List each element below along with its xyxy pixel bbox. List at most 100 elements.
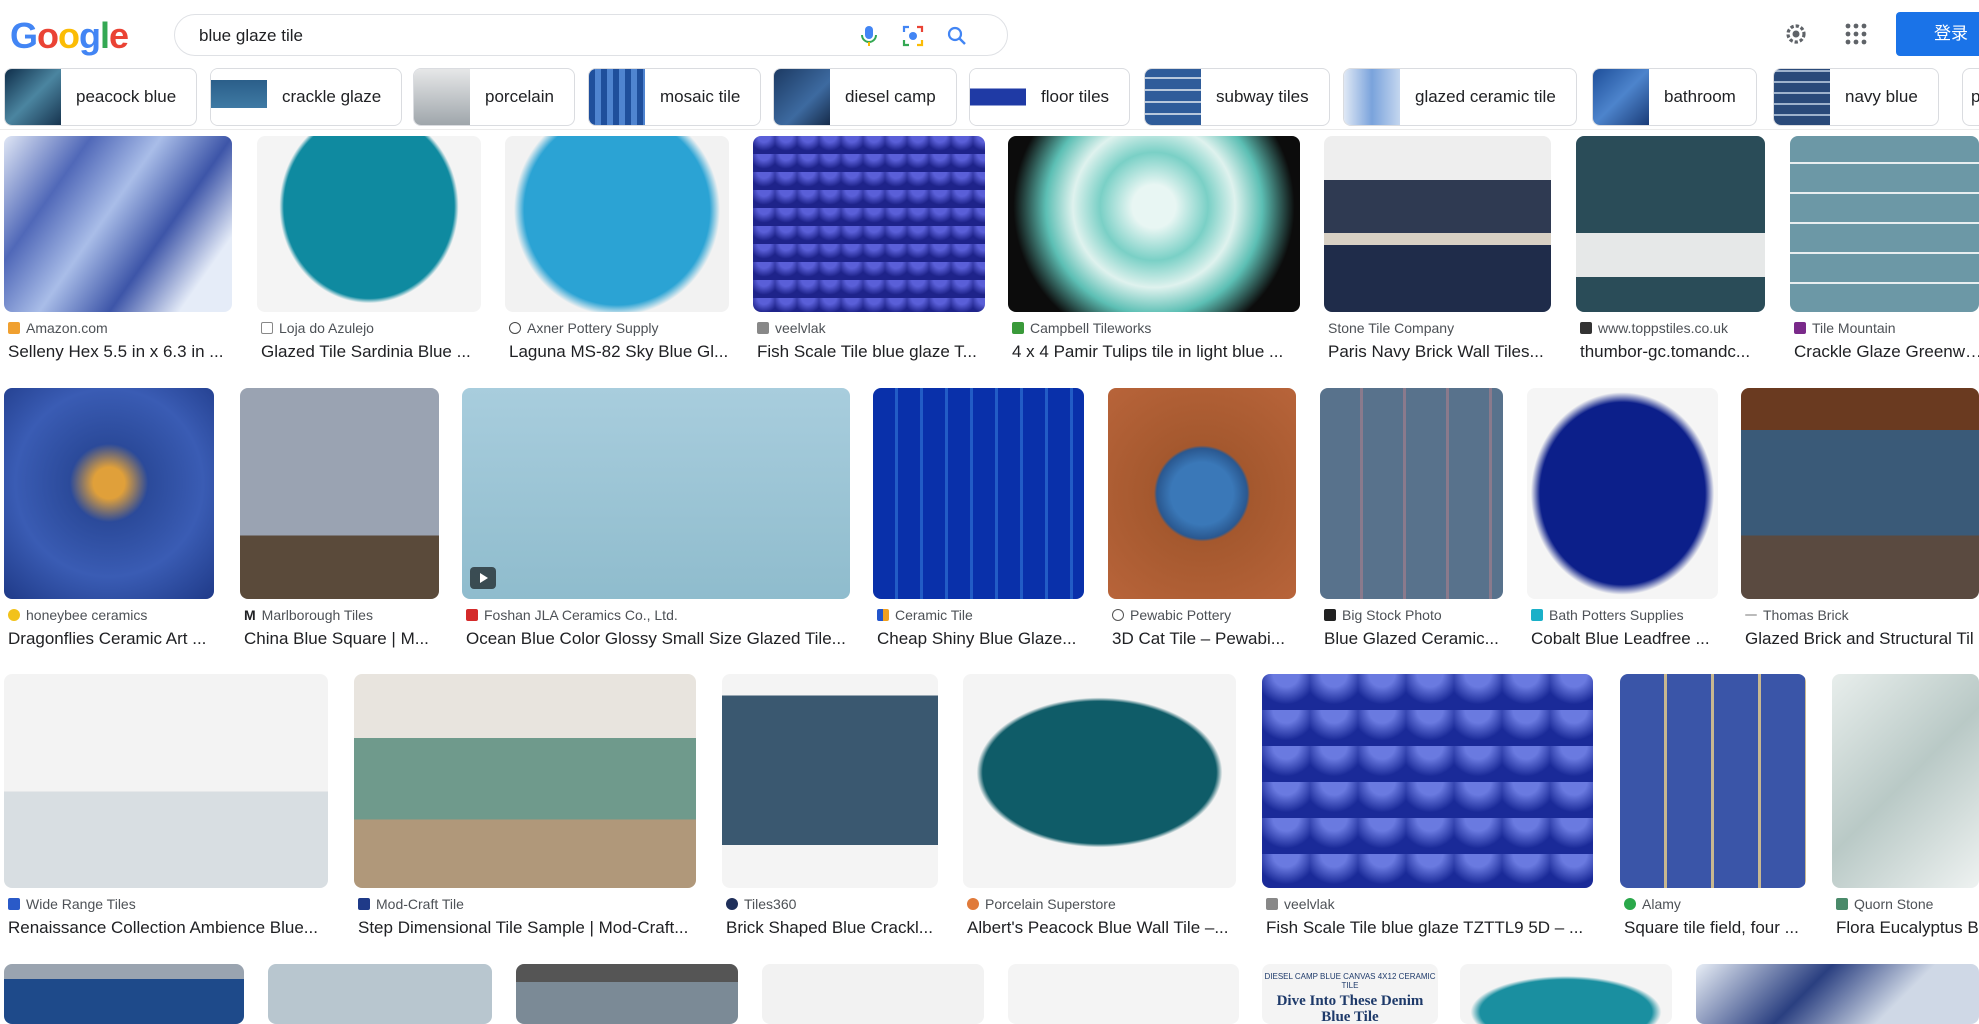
- result-title[interactable]: Flora Eucalyptus B: [1836, 918, 1979, 938]
- chip-thumbnail: [589, 69, 645, 125]
- result-source[interactable]: Quorn Stone: [1836, 896, 1933, 912]
- search-input[interactable]: [199, 24, 799, 48]
- chip-porcelain[interactable]: porcelain: [413, 68, 575, 126]
- result-thumbnail[interactable]: [257, 136, 481, 312]
- result-source[interactable]: Stone Tile Company: [1328, 320, 1454, 336]
- chip-mosaic-tile[interactable]: mosaic tile: [588, 68, 762, 126]
- result-title[interactable]: Square tile field, four ...: [1624, 918, 1810, 938]
- login-button[interactable]: 登录: [1896, 12, 1979, 56]
- lens-icon[interactable]: [901, 24, 925, 48]
- result-thumbnail[interactable]: [354, 674, 696, 888]
- search-icon[interactable]: [945, 24, 969, 48]
- result-title[interactable]: Renaissance Collection Ambience Blue...: [8, 918, 332, 938]
- chip-bathroom[interactable]: bathroom: [1592, 68, 1757, 126]
- search-box[interactable]: [174, 14, 1008, 56]
- result-title[interactable]: Albert's Peacock Blue Wall Tile –...: [967, 918, 1240, 938]
- result-title[interactable]: Crackle Glaze Greenwich: [1794, 342, 1979, 362]
- result-thumbnail[interactable]: [505, 136, 729, 312]
- result-title[interactable]: 4 x 4 Pamir Tulips tile in light blue ..…: [1012, 342, 1304, 362]
- result-source[interactable]: Tile Mountain: [1794, 320, 1896, 336]
- result-source[interactable]: honeybee ceramics: [8, 607, 147, 623]
- result-title[interactable]: 3D Cat Tile – Pewabi...: [1112, 629, 1300, 649]
- result-thumbnail[interactable]: [1741, 388, 1979, 599]
- result-title[interactable]: Fish Scale Tile blue glaze T...: [757, 342, 989, 362]
- result-title[interactable]: Paris Navy Brick Wall Tiles...: [1328, 342, 1555, 362]
- result-thumbnail[interactable]: [1620, 674, 1806, 888]
- result-thumbnail[interactable]: [4, 964, 244, 1024]
- google-logo[interactable]: Google: [10, 15, 129, 56]
- mic-icon[interactable]: [857, 24, 881, 48]
- result-title[interactable]: Blue Glazed Ceramic...: [1324, 629, 1507, 649]
- result-source[interactable]: Thomas Brick: [1745, 607, 1849, 623]
- result-thumbnail[interactable]: [873, 388, 1084, 599]
- result-thumbnail[interactable]: [1108, 388, 1296, 599]
- result-thumbnail[interactable]: [1696, 964, 1979, 1024]
- chip-crackle-glaze[interactable]: crackle glaze: [210, 68, 403, 126]
- result-thumbnail[interactable]: [722, 674, 938, 888]
- result-thumbnail[interactable]: [1008, 964, 1239, 1024]
- result-title[interactable]: Fish Scale Tile blue glaze TZTTL9 5D – .…: [1266, 918, 1597, 938]
- result-source[interactable]: Ceramic Tile: [877, 607, 973, 623]
- result-title[interactable]: Brick Shaped Blue Crackl...: [726, 918, 942, 938]
- result-source[interactable]: Pewabic Pottery: [1112, 607, 1231, 623]
- chip-glazed-ceramic-tile[interactable]: glazed ceramic tile: [1343, 68, 1577, 126]
- result-source[interactable]: Alamy: [1624, 896, 1681, 912]
- result-source[interactable]: Mod-Craft Tile: [358, 896, 464, 912]
- result-thumbnail[interactable]: [4, 674, 328, 888]
- result-title[interactable]: Step Dimensional Tile Sample | Mod-Craft…: [358, 918, 700, 938]
- logo-letter: g: [79, 15, 101, 56]
- result-thumbnail[interactable]: [1324, 136, 1551, 312]
- result-title[interactable]: Laguna MS-82 Sky Blue Gl...: [509, 342, 733, 362]
- result-thumbnail[interactable]: [1008, 136, 1300, 312]
- chip-floor-tiles[interactable]: floor tiles: [969, 68, 1131, 126]
- result-title[interactable]: thumbor-gc.tomandc...: [1580, 342, 1769, 362]
- result-source[interactable]: Foshan JLA Ceramics Co., Ltd.: [466, 607, 678, 623]
- settings-gear-icon[interactable]: [1782, 20, 1810, 48]
- result-thumbnail[interactable]: [963, 674, 1236, 888]
- result-source[interactable]: Tiles360: [726, 896, 796, 912]
- result-source[interactable]: Big Stock Photo: [1324, 607, 1442, 623]
- result-thumbnail[interactable]: [1527, 388, 1718, 599]
- result-thumbnail[interactable]: DIESEL CAMP BLUE CANVAS 4X12 CERAMIC TIL…: [1262, 964, 1438, 1024]
- result-source[interactable]: Bath Potters Supplies: [1531, 607, 1684, 623]
- result-thumbnail[interactable]: [516, 964, 738, 1024]
- result-title[interactable]: Cobalt Blue Leadfree ...: [1531, 629, 1722, 649]
- result-source[interactable]: veelvlak: [1266, 896, 1335, 912]
- result-title[interactable]: China Blue Square | M...: [244, 629, 443, 649]
- result-thumbnail[interactable]: [1320, 388, 1503, 599]
- result-thumbnail[interactable]: [1460, 964, 1672, 1024]
- chip-diesel-camp[interactable]: diesel camp: [773, 68, 957, 126]
- result-thumbnail[interactable]: [1262, 674, 1593, 888]
- result-source[interactable]: Amazon.com: [8, 320, 108, 336]
- result-title[interactable]: Ocean Blue Color Glossy Small Size Glaze…: [466, 629, 854, 649]
- result-title[interactable]: Glazed Tile Sardinia Blue ...: [261, 342, 485, 362]
- result-source[interactable]: Loja do Azulejo: [261, 320, 374, 336]
- chip-navy-blue[interactable]: navy blue: [1773, 68, 1939, 126]
- result-thumbnail[interactable]: [1576, 136, 1765, 312]
- chip-peacock-blue[interactable]: peacock blue: [4, 68, 198, 126]
- result-title[interactable]: Glazed Brick and Structural Til: [1745, 629, 1979, 649]
- result-thumbnail[interactable]: [4, 136, 232, 312]
- result-thumbnail[interactable]: [462, 388, 850, 599]
- result-title[interactable]: Selleny Hex 5.5 in x 6.3 in ...: [8, 342, 236, 362]
- result-title[interactable]: Cheap Shiny Blue Glaze...: [877, 629, 1088, 649]
- result-source[interactable]: veelvlak: [757, 320, 826, 336]
- chip-subway-tiles[interactable]: subway tiles: [1144, 68, 1330, 126]
- result-thumbnail[interactable]: [762, 964, 984, 1024]
- chip-label: diesel camp: [845, 87, 936, 106]
- result-thumbnail[interactable]: [268, 964, 492, 1024]
- result-thumbnail[interactable]: [1832, 674, 1979, 888]
- apps-grid-icon[interactable]: [1842, 20, 1870, 48]
- result-source[interactable]: Wide Range Tiles: [8, 896, 136, 912]
- result-source[interactable]: M Marlborough Tiles: [244, 607, 373, 623]
- result-thumbnail[interactable]: [240, 388, 439, 599]
- chip-more[interactable]: po: [1962, 68, 1979, 126]
- result-source[interactable]: Porcelain Superstore: [967, 896, 1116, 912]
- result-source[interactable]: Axner Pottery Supply: [509, 320, 659, 336]
- result-source[interactable]: Campbell Tileworks: [1012, 320, 1151, 336]
- result-source[interactable]: www.toppstiles.co.uk: [1580, 320, 1728, 336]
- result-thumbnail[interactable]: [4, 388, 214, 599]
- result-thumbnail[interactable]: [753, 136, 985, 312]
- result-thumbnail[interactable]: [1790, 136, 1979, 312]
- result-title[interactable]: Dragonflies Ceramic Art ...: [8, 629, 218, 649]
